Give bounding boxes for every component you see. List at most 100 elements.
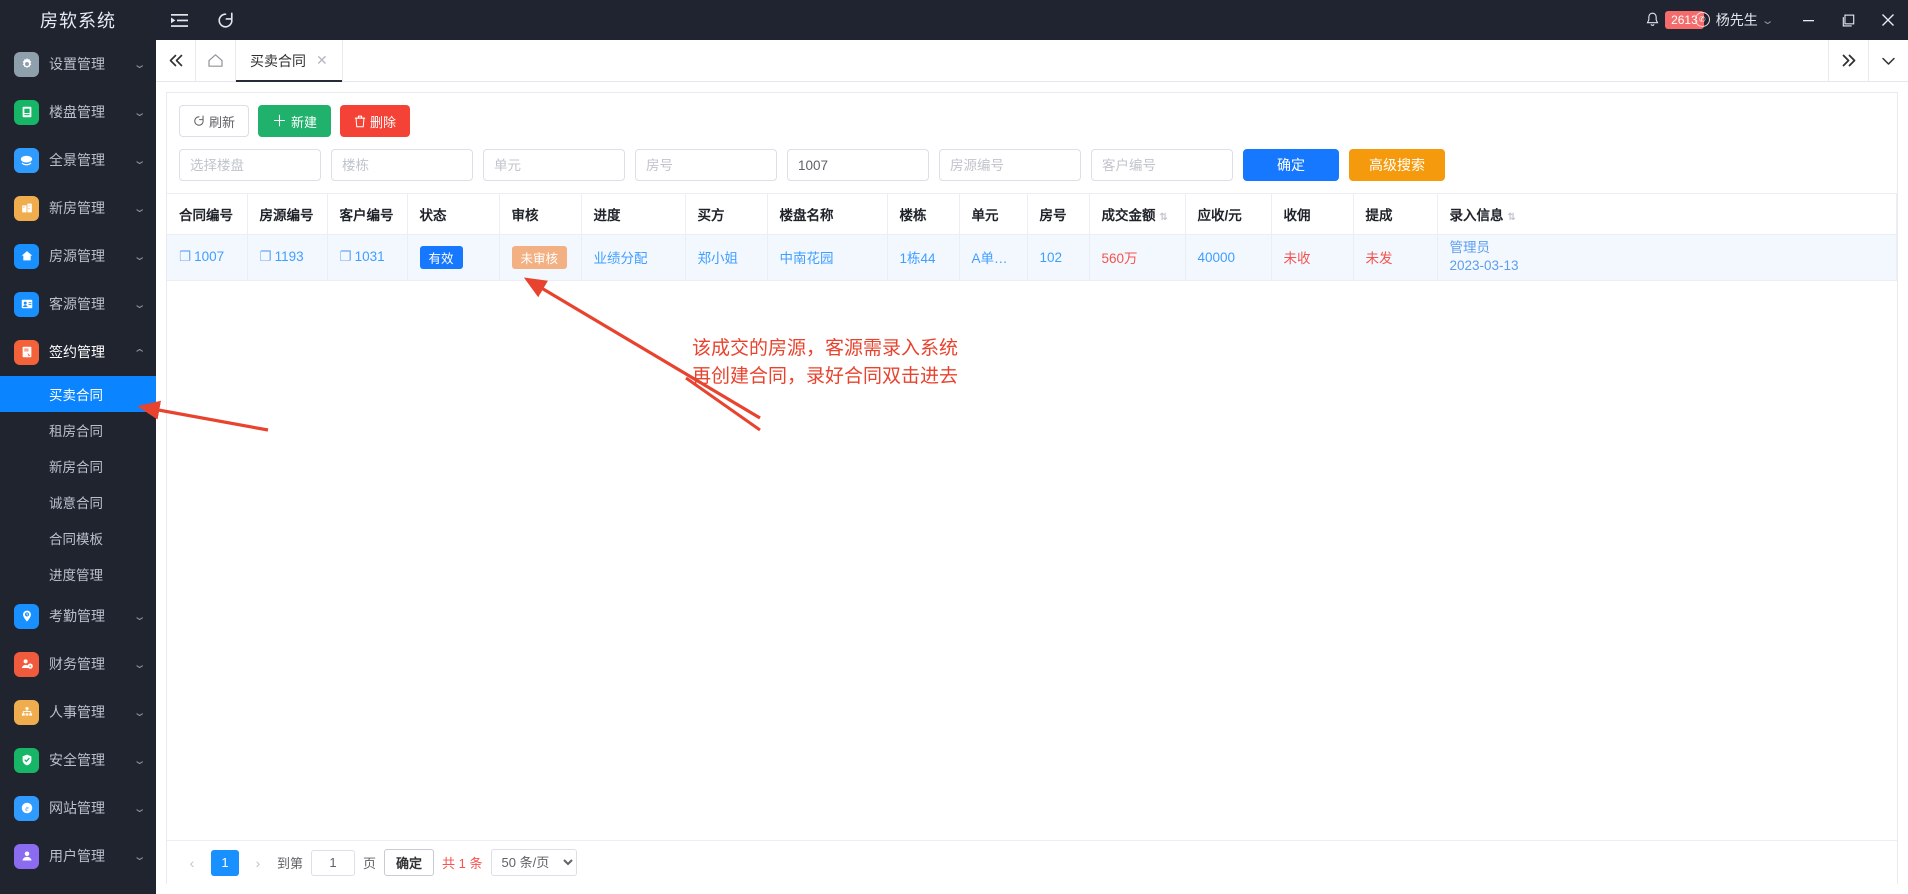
chevron-right-icon[interactable]: ›	[247, 855, 269, 871]
chevron-down-icon: ⌄	[132, 58, 147, 71]
delete-button[interactable]: 删除	[340, 105, 411, 137]
trash-icon	[354, 115, 366, 127]
col-customer-no[interactable]: 客户编号	[327, 194, 408, 235]
col-amount[interactable]: 成交金额 ⇅	[1089, 194, 1186, 235]
sidebar-subitem-progress[interactable]: 进度管理	[0, 556, 156, 592]
chevron-down-icon: ⌄	[132, 154, 147, 167]
minimize-button[interactable]	[1788, 0, 1828, 40]
sidebar-item-contract[interactable]: 签约管理 ⌄	[0, 328, 156, 376]
sidebar-item-attendance[interactable]: 考勤管理 ⌄	[0, 592, 156, 640]
chevron-down-icon: ⌄	[132, 610, 147, 623]
jump-confirm-button[interactable]: 确定	[384, 849, 435, 876]
sort-icon[interactable]: ⇅	[1508, 212, 1516, 223]
sidebar-item-finance[interactable]: ¥ 财务管理 ⌄	[0, 640, 156, 688]
house-no-input[interactable]	[787, 149, 929, 181]
app-body: 设置管理 ⌄ 楼盘管理 ⌄ 全景管理 ⌄ 新房管理 ⌄ 房源管理 ⌄ 客源管理 …	[0, 40, 1908, 894]
sidebar-item-label: 安全管理	[49, 752, 105, 768]
home-outline-icon[interactable]	[196, 40, 236, 81]
sidebar-nav: 设置管理 ⌄ 楼盘管理 ⌄ 全景管理 ⌄ 新房管理 ⌄ 房源管理 ⌄ 客源管理 …	[0, 40, 156, 894]
customer-code-input[interactable]	[1091, 149, 1233, 181]
col-unit[interactable]: 单元	[959, 194, 1028, 235]
refresh-icon[interactable]	[202, 0, 248, 40]
cell-building: 1栋44	[887, 234, 960, 281]
maximize-button[interactable]	[1828, 0, 1868, 40]
advanced-search-button[interactable]: 高级搜索	[1349, 149, 1445, 181]
house-code-input[interactable]	[939, 149, 1081, 181]
sidebar-item-housing[interactable]: 房源管理 ⌄	[0, 232, 156, 280]
notifications[interactable]: 2613 ✆	[1639, 11, 1710, 29]
sidebar-item-security[interactable]: 安全管理 ⌄	[0, 736, 156, 784]
sidebar-subitem-rent-contract[interactable]: 租房合同	[0, 412, 156, 448]
main-content: 买卖合同 ✕ 刷新 ＋ 新建 删除 选择楼盘 楼栋 单元 房号 1007 房源编…	[156, 40, 1908, 894]
col-buyer[interactable]: 买方	[685, 194, 768, 235]
sidebar-subitem-intent-contract[interactable]: 诚意合同	[0, 484, 156, 520]
search-confirm-button[interactable]: 确定	[1243, 149, 1339, 181]
document-icon: ❐	[179, 249, 192, 264]
page-number-1[interactable]: 1	[211, 849, 239, 876]
col-bonus[interactable]: 提成	[1353, 194, 1438, 235]
close-button[interactable]	[1868, 0, 1908, 40]
bell-icon[interactable]	[1639, 12, 1665, 28]
sidebar-item-panorama[interactable]: 全景管理 ⌄	[0, 136, 156, 184]
sidebar-item-estate[interactable]: 楼盘管理 ⌄	[0, 88, 156, 136]
unit-input[interactable]	[483, 149, 625, 181]
tabbar-spacer	[343, 40, 1828, 81]
col-commission[interactable]: 收佣	[1271, 194, 1354, 235]
sidebar-subitem-contract-template[interactable]: 合同模板	[0, 520, 156, 556]
col-progress[interactable]: 进度	[581, 194, 686, 235]
cell-contract-no[interactable]: ❐ 1007	[167, 234, 248, 281]
notification-badge[interactable]: 2613 ✆	[1665, 11, 1710, 29]
col-room[interactable]: 房号	[1027, 194, 1090, 235]
entry-user: 管理员	[1449, 240, 1491, 256]
finance-person-icon: ¥	[14, 651, 39, 677]
sidebar-subitem-newhouse-contract[interactable]: 新房合同	[0, 448, 156, 484]
menu-collapse-icon[interactable]	[156, 0, 202, 40]
sidebar-item-newhouse[interactable]: 新房管理 ⌄	[0, 184, 156, 232]
double-chevron-right-icon[interactable]	[1828, 40, 1868, 81]
double-chevron-left-icon[interactable]	[156, 40, 196, 81]
chevron-left-icon[interactable]: ‹	[181, 855, 203, 871]
col-entry-info[interactable]: 录入信息 ⇅	[1437, 194, 1897, 235]
refresh-button[interactable]: 刷新	[179, 105, 250, 137]
estate-select[interactable]	[179, 149, 321, 181]
cell-customer-no[interactable]: ❐ 1031	[327, 234, 408, 281]
col-audit[interactable]: 审核	[499, 194, 582, 235]
cell-house-no[interactable]: ❐ 1193	[247, 234, 328, 281]
table-header-row: 合同编号 房源编号 客户编号 状态 审核 进度 买方 楼盘名称 楼栋 单元 房号…	[167, 194, 1897, 235]
org-chart-icon	[14, 699, 39, 725]
sidebar-item-customer[interactable]: 客源管理 ⌄	[0, 280, 156, 328]
refresh-button-label: 刷新	[209, 114, 236, 130]
sidebar-item-settings[interactable]: 设置管理 ⌄	[0, 40, 156, 88]
tab-sale-contract[interactable]: 买卖合同 ✕	[236, 40, 343, 82]
col-contract-no[interactable]: 合同编号	[167, 194, 248, 235]
col-house-no[interactable]: 房源编号	[247, 194, 328, 235]
col-receivable[interactable]: 应收/元	[1185, 194, 1272, 235]
refresh-icon	[194, 115, 204, 126]
sidebar-subitem-sale-contract[interactable]: 买卖合同	[0, 376, 156, 412]
col-status[interactable]: 状态	[407, 194, 500, 235]
building-input[interactable]	[331, 149, 473, 181]
cell-value: 1007	[194, 249, 225, 264]
user-menu[interactable]: 杨先生 ⌄	[1716, 10, 1775, 30]
chevron-down-icon[interactable]	[1868, 40, 1908, 81]
table-row[interactable]: ❐ 1007 ❐ 1193 ❐ 1031 有效 未审核 业绩分配 郑小姐 中南花园 1…	[167, 234, 1897, 281]
contract-icon	[14, 339, 39, 365]
plus-icon: ＋	[272, 112, 288, 130]
col-estate-name[interactable]: 楼盘名称	[767, 194, 888, 235]
jump-page-input[interactable]	[311, 849, 356, 876]
contact-card-icon	[14, 291, 39, 317]
col-building[interactable]: 楼栋	[887, 194, 960, 235]
message-overlay-icon: ✆	[1694, 12, 1710, 27]
create-button[interactable]: ＋ 新建	[258, 105, 332, 137]
sidebar-item-website[interactable]: e 网站管理 ⌄	[0, 784, 156, 832]
panorama-icon	[14, 147, 39, 173]
horizontal-scrollbar[interactable]	[166, 884, 1898, 894]
sort-icon[interactable]: ⇅	[1160, 212, 1168, 223]
sidebar-item-user[interactable]: 用户管理 ⌄	[0, 832, 156, 880]
room-input[interactable]	[635, 149, 777, 181]
close-icon[interactable]: ✕	[316, 52, 328, 69]
sidebar-item-hr[interactable]: 人事管理 ⌄	[0, 688, 156, 736]
cell-bonus: 未发	[1353, 234, 1438, 281]
page-size-select[interactable]: 50 条/页	[490, 849, 577, 876]
notification-count: 2613	[1671, 13, 1698, 27]
